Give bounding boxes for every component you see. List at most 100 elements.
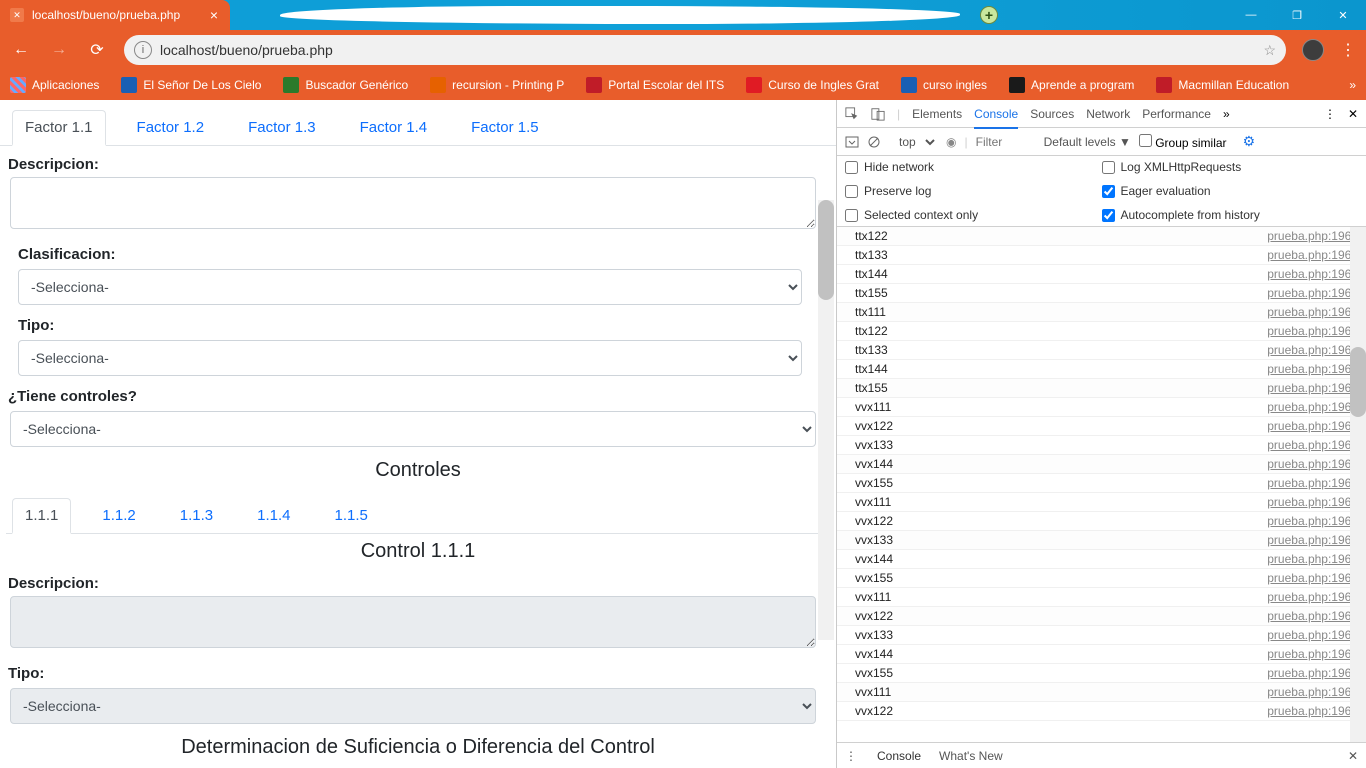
log-source-link[interactable]: prueba.php:1965 (1267, 457, 1358, 471)
bookmark-item[interactable]: Curso de Ingles Grat (746, 77, 879, 93)
drawer-menu-button[interactable]: ⋮ (845, 749, 857, 763)
console-log-row[interactable]: ttx155prueba.php:1965 (837, 379, 1366, 398)
log-source-link[interactable]: prueba.php:1965 (1267, 571, 1358, 585)
window-restore-button[interactable]: ❐ (1274, 0, 1320, 30)
console-log-row[interactable]: vvx111prueba.php:1965 (837, 683, 1366, 702)
log-source-link[interactable]: prueba.php:1965 (1267, 343, 1358, 357)
url-input[interactable] (160, 42, 1255, 58)
control-tab[interactable]: 1.1.2 (89, 498, 148, 533)
control-tab[interactable]: 1.1.5 (322, 498, 381, 533)
log-source-link[interactable]: prueba.php:1965 (1267, 495, 1358, 509)
devtools-tabs-overflow[interactable]: » (1223, 107, 1230, 121)
console-log-row[interactable]: ttx155prueba.php:1965 (837, 284, 1366, 303)
descripcion-textarea[interactable] (10, 177, 816, 229)
log-source-link[interactable]: prueba.php:1965 (1267, 419, 1358, 433)
devtools-tab-elements[interactable]: Elements (912, 107, 962, 121)
bookmarks-overflow-button[interactable]: » (1349, 78, 1356, 92)
hide-network-checkbox[interactable]: Hide network (845, 160, 1102, 174)
console-log-row[interactable]: vvx144prueba.php:1965 (837, 455, 1366, 474)
log-source-link[interactable]: prueba.php:1965 (1267, 400, 1358, 414)
drawer-close-button[interactable]: ✕ (1348, 749, 1358, 763)
console-log-row[interactable]: vvx111prueba.php:1965 (837, 398, 1366, 417)
factor-tab[interactable]: Factor 1.1 (12, 110, 106, 146)
scroll-thumb[interactable] (818, 200, 834, 300)
inspect-element-icon[interactable] (845, 107, 859, 121)
console-log-row[interactable]: vvx122prueba.php:1965 (837, 417, 1366, 436)
log-source-link[interactable]: prueba.php:1965 (1267, 609, 1358, 623)
console-log-row[interactable]: vvx133prueba.php:1965 (837, 626, 1366, 645)
devtools-close-button[interactable]: ✕ (1348, 107, 1358, 121)
log-source-link[interactable]: prueba.php:1965 (1267, 666, 1358, 680)
log-source-link[interactable]: prueba.php:1965 (1267, 628, 1358, 642)
browser-menu-button[interactable]: ⋮ (1340, 40, 1356, 60)
eager-eval-checkbox[interactable]: Eager evaluation (1102, 184, 1359, 198)
log-source-link[interactable]: prueba.php:1965 (1267, 267, 1358, 281)
log-source-link[interactable]: prueba.php:1965 (1267, 533, 1358, 547)
drawer-tab-console[interactable]: Console (877, 749, 921, 763)
bookmark-item[interactable]: curso ingles (901, 77, 987, 93)
console-log-row[interactable]: ttx122prueba.php:1965 (837, 227, 1366, 246)
log-xhr-checkbox[interactable]: Log XMLHttpRequests (1102, 160, 1359, 174)
profile-avatar[interactable] (1302, 39, 1324, 61)
bookmark-star-icon[interactable]: ☆ (1263, 42, 1276, 59)
log-source-link[interactable]: prueba.php:1965 (1267, 704, 1358, 718)
control-tab[interactable]: 1.1.4 (244, 498, 303, 533)
window-close-button[interactable]: ✕ (1320, 0, 1366, 30)
console-settings-icon[interactable]: ⚙ (1243, 133, 1256, 150)
log-source-link[interactable]: prueba.php:1965 (1267, 476, 1358, 490)
console-log-row[interactable]: ttx144prueba.php:1965 (837, 360, 1366, 379)
log-source-link[interactable]: prueba.php:1965 (1267, 647, 1358, 661)
log-source-link[interactable]: prueba.php:1965 (1267, 438, 1358, 452)
log-source-link[interactable]: prueba.php:1965 (1267, 685, 1358, 699)
log-levels-dropdown[interactable]: Default levels ▼ (1044, 135, 1131, 149)
console-log-row[interactable]: vvx122prueba.php:1965 (837, 512, 1366, 531)
bookmark-item[interactable]: Aprende a program (1009, 77, 1134, 93)
autocomplete-checkbox[interactable]: Autocomplete from history (1102, 208, 1359, 222)
log-source-link[interactable]: prueba.php:1965 (1267, 514, 1358, 528)
tiene-controles-select[interactable]: -Selecciona- (10, 411, 816, 447)
console-log-row[interactable]: ttx133prueba.php:1965 (837, 341, 1366, 360)
console-log-row[interactable]: vvx155prueba.php:1965 (837, 474, 1366, 493)
devtools-tab-sources[interactable]: Sources (1030, 107, 1074, 121)
bookmark-item[interactable]: El Señor De Los Cielo (121, 77, 261, 93)
forward-button[interactable]: → (48, 41, 70, 59)
group-similar-checkbox[interactable]: Group similar (1139, 134, 1227, 150)
factor-tab[interactable]: Factor 1.5 (458, 110, 552, 145)
log-source-link[interactable]: prueba.php:1965 (1267, 381, 1358, 395)
drawer-tab-whatsnew[interactable]: What's New (939, 749, 1003, 763)
console-log-row[interactable]: vvx122prueba.php:1965 (837, 607, 1366, 626)
site-info-icon[interactable]: i (134, 41, 152, 59)
console-log-row[interactable]: ttx111prueba.php:1965 (837, 303, 1366, 322)
factor-tab[interactable]: Factor 1.4 (347, 110, 441, 145)
preserve-log-checkbox[interactable]: Preserve log (845, 184, 1102, 198)
scroll-thumb[interactable] (1350, 347, 1366, 417)
console-filter-input[interactable] (976, 135, 1036, 149)
log-source-link[interactable]: prueba.php:1965 (1267, 286, 1358, 300)
console-log-row[interactable]: vvx144prueba.php:1965 (837, 645, 1366, 664)
console-log-row[interactable]: vvx133prueba.php:1965 (837, 436, 1366, 455)
clear-console-icon[interactable] (867, 135, 881, 149)
console-log-row[interactable]: ttx144prueba.php:1965 (837, 265, 1366, 284)
tab-close-button[interactable]: × (210, 7, 218, 23)
console-log-row[interactable]: ttx122prueba.php:1965 (837, 322, 1366, 341)
log-source-link[interactable]: prueba.php:1965 (1267, 229, 1358, 243)
console-scrollbar[interactable] (1350, 227, 1366, 742)
log-source-link[interactable]: prueba.php:1965 (1267, 248, 1358, 262)
tipo-select[interactable]: -Selecciona- (18, 340, 802, 376)
factor-tab[interactable]: Factor 1.2 (124, 110, 218, 145)
console-sidebar-toggle-icon[interactable] (845, 135, 859, 149)
back-button[interactable]: ← (10, 41, 32, 59)
control-tab[interactable]: 1.1.1 (12, 498, 71, 534)
log-source-link[interactable]: prueba.php:1965 (1267, 552, 1358, 566)
new-tab-button[interactable]: + (980, 6, 998, 24)
context-selector[interactable]: top (889, 132, 938, 152)
control-tab[interactable]: 1.1.3 (167, 498, 226, 533)
console-log-row[interactable]: ttx133prueba.php:1965 (837, 246, 1366, 265)
apps-shortcut[interactable]: Aplicaciones (10, 77, 99, 93)
console-log-row[interactable]: vvx111prueba.php:1965 (837, 588, 1366, 607)
console-log-row[interactable]: vvx122prueba.php:1965 (837, 702, 1366, 721)
console-log-row[interactable]: vvx155prueba.php:1965 (837, 569, 1366, 588)
console-log-row[interactable]: vvx144prueba.php:1965 (837, 550, 1366, 569)
factor-tab[interactable]: Factor 1.3 (235, 110, 329, 145)
reload-button[interactable]: ⟳ (86, 40, 108, 60)
